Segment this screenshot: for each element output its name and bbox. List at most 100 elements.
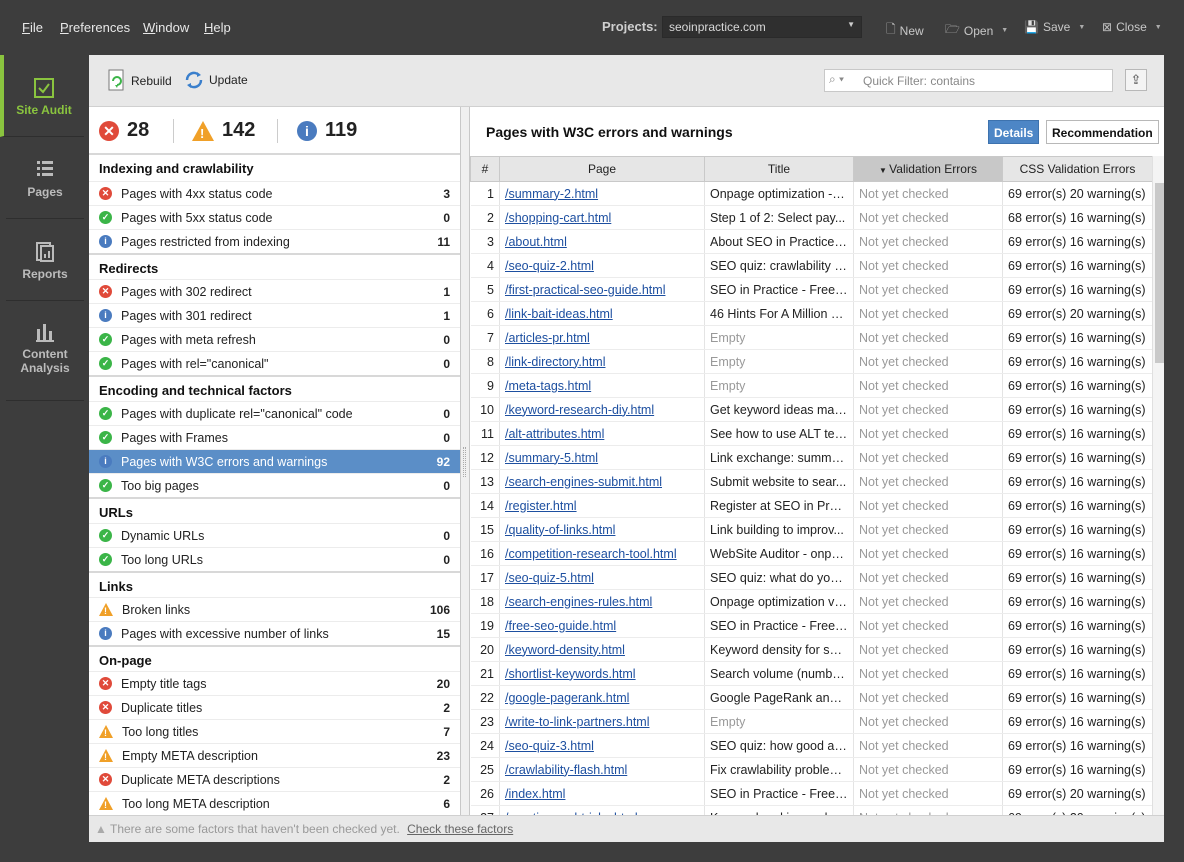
error-count[interactable]: ✕ 28 bbox=[99, 119, 149, 142]
factor-row[interactable]: ✓ Pages with 5xx status code 0 bbox=[89, 205, 460, 229]
open-button[interactable]: 🗁 Open ▼ bbox=[945, 20, 1008, 41]
col-header-page[interactable]: Page bbox=[499, 156, 705, 182]
table-row[interactable]: 3/about.html About SEO in Practice - ... N… bbox=[470, 229, 1153, 254]
table-row[interactable]: 22/google-pagerank.html Google PageRank a… bbox=[470, 685, 1153, 710]
table-row[interactable]: 9/meta-tags.html Empty Not yet checked 69 e… bbox=[470, 373, 1153, 398]
export-button[interactable]: ⇪ bbox=[1125, 69, 1147, 91]
factor-row[interactable]: ✓ Too big pages 0 bbox=[89, 473, 460, 497]
page-link[interactable]: /keyword-research-diy.html bbox=[505, 403, 654, 417]
page-link[interactable]: /seo-quiz-5.html bbox=[505, 571, 594, 585]
new-button[interactable]: 🗋 New bbox=[886, 20, 924, 41]
page-link[interactable]: /search-engines-rules.html bbox=[505, 595, 652, 609]
factor-row[interactable]: ✕ Pages with 302 redirect 1 bbox=[89, 279, 460, 303]
page-link[interactable]: /summary-2.html bbox=[505, 187, 598, 201]
table-row[interactable]: 25/crawlability-flash.html Fix crawlabili… bbox=[470, 757, 1153, 782]
table-row[interactable]: 14/register.html Register at SEO in Prac.… bbox=[470, 493, 1153, 518]
page-link[interactable]: /alt-attributes.html bbox=[505, 427, 604, 441]
nav-reports[interactable]: Reports bbox=[6, 219, 84, 301]
factor-row[interactable]: ✕ Empty title tags 20 bbox=[89, 671, 460, 695]
factor-row[interactable]: i Pages with 301 redirect 1 bbox=[89, 303, 460, 327]
table-row[interactable]: 1/summary-2.html Onpage optimization - c.… bbox=[470, 181, 1153, 206]
panel-splitter[interactable] bbox=[461, 107, 469, 815]
page-link[interactable]: /write-to-link-partners.html bbox=[505, 715, 649, 729]
vertical-scrollbar[interactable] bbox=[1152, 156, 1164, 815]
page-link[interactable]: /crawlability-flash.html bbox=[505, 763, 627, 777]
page-link[interactable]: /free-seo-guide.html bbox=[505, 619, 616, 633]
table-row[interactable]: 11/alt-attributes.html See how to use ALT… bbox=[470, 421, 1153, 446]
project-select[interactable]: seoinpractice.com ▼ bbox=[662, 16, 862, 38]
nav-pages[interactable]: Pages bbox=[6, 137, 84, 219]
page-link[interactable]: /shortlist-keywords.html bbox=[505, 667, 636, 681]
factor-row[interactable]: ✓ Too long URLs 0 bbox=[89, 547, 460, 571]
factor-row[interactable]: ✕ Duplicate titles 2 bbox=[89, 695, 460, 719]
table-row[interactable]: 20/keyword-density.html Keyword density f… bbox=[470, 637, 1153, 662]
table-row[interactable]: 4/seo-quiz-2.html SEO quiz: crawlability … bbox=[470, 253, 1153, 278]
table-row[interactable]: 2/shopping-cart.html Step 1 of 2: Select … bbox=[470, 205, 1153, 230]
col-header-validation-errors[interactable]: ▼ Validation Errors bbox=[853, 156, 1003, 182]
update-button[interactable]: Update bbox=[183, 69, 248, 91]
factor-row[interactable]: i Pages with W3C errors and warnings 92 bbox=[89, 449, 460, 473]
table-row[interactable]: 21/shortlist-keywords.html Search volume … bbox=[470, 661, 1153, 686]
factor-row[interactable]: i Pages restricted from indexing 11 bbox=[89, 229, 460, 253]
details-tab-button[interactable]: Details bbox=[988, 120, 1040, 144]
table-row[interactable]: 12/summary-5.html Link exchange: summary N… bbox=[470, 445, 1153, 470]
menu-preferences[interactable]: Preferences bbox=[60, 20, 130, 35]
warning-count[interactable]: 142 bbox=[192, 119, 255, 144]
table-row[interactable]: 5/first-practical-seo-guide.html SEO in P… bbox=[470, 277, 1153, 302]
info-count[interactable]: i 119 bbox=[297, 119, 357, 142]
col-header-number[interactable]: # bbox=[470, 156, 500, 182]
col-header-title[interactable]: Title bbox=[704, 156, 854, 182]
table-row[interactable]: 27/seo-tips-and-tricks.htmlKeyword ranki… bbox=[470, 805, 1153, 815]
scrollbar-thumb[interactable] bbox=[1155, 183, 1164, 363]
factor-row[interactable]: ✕ Pages with 4xx status code 3 bbox=[89, 181, 460, 205]
page-link[interactable]: /first-practical-seo-guide.html bbox=[505, 283, 665, 297]
factor-row[interactable]: Too long titles 7 bbox=[89, 719, 460, 743]
page-link[interactable]: /link-bait-ideas.html bbox=[505, 307, 613, 321]
table-row[interactable]: 16/competition-research-tool.html WebSite… bbox=[470, 541, 1153, 566]
page-link[interactable]: /seo-quiz-3.html bbox=[505, 739, 594, 753]
table-row[interactable]: 13/search-engines-submit.html Submit webs… bbox=[470, 469, 1153, 494]
page-link[interactable]: /shopping-cart.html bbox=[505, 211, 611, 225]
table-row[interactable]: 24/seo-quiz-3.html SEO quiz: how good ar.… bbox=[470, 733, 1153, 758]
factor-row[interactable]: Too long META description 6 bbox=[89, 791, 460, 815]
page-link[interactable]: /index.html bbox=[505, 787, 565, 801]
check-factors-link[interactable]: Check these factors bbox=[407, 822, 513, 836]
table-row[interactable]: 7/articles-pr.html Empty Not yet checked 69… bbox=[470, 325, 1153, 350]
page-link[interactable]: /link-directory.html bbox=[505, 355, 605, 369]
table-row[interactable]: 23/write-to-link-partners.html Empty Not y… bbox=[470, 709, 1153, 734]
menu-window[interactable]: Window bbox=[143, 20, 189, 35]
page-link[interactable]: /google-pagerank.html bbox=[505, 691, 629, 705]
menu-file[interactable]: File bbox=[22, 20, 43, 35]
factor-row[interactable]: i Pages with excessive number of links 15 bbox=[89, 621, 460, 645]
factor-row[interactable]: Empty META description 23 bbox=[89, 743, 460, 767]
page-link[interactable]: /summary-5.html bbox=[505, 451, 598, 465]
table-row[interactable]: 17/seo-quiz-5.html SEO quiz: what do you … bbox=[470, 565, 1153, 590]
table-row[interactable]: 6/link-bait-ideas.html 46 Hints For A Mil… bbox=[470, 301, 1153, 326]
page-link[interactable]: /seo-quiz-2.html bbox=[505, 259, 594, 273]
table-row[interactable]: 19/free-seo-guide.html SEO in Practice - … bbox=[470, 613, 1153, 638]
page-link[interactable]: /meta-tags.html bbox=[505, 379, 591, 393]
page-link[interactable]: /articles-pr.html bbox=[505, 331, 590, 345]
table-row[interactable]: 10/keyword-research-diy.html Get keyword … bbox=[470, 397, 1153, 422]
page-link[interactable]: /competition-research-tool.html bbox=[505, 547, 677, 561]
table-row[interactable]: 15/quality-of-links.html Link building to… bbox=[470, 517, 1153, 542]
table-row[interactable]: 8/link-directory.html Empty Not yet checke… bbox=[470, 349, 1153, 374]
save-button[interactable]: 💾 Save ▼ bbox=[1024, 20, 1085, 34]
factor-row[interactable]: ✓ Pages with meta refresh 0 bbox=[89, 327, 460, 351]
table-row[interactable]: 26/index.html SEO in Practice - Free ... N… bbox=[470, 781, 1153, 806]
col-header-css-validation-errors[interactable]: CSS Validation Errors bbox=[1002, 156, 1153, 182]
rebuild-button[interactable]: Rebuild bbox=[107, 69, 172, 93]
page-link[interactable]: /search-engines-submit.html bbox=[505, 475, 662, 489]
nav-content-analysis[interactable]: Content Analysis bbox=[6, 301, 84, 401]
page-link[interactable]: /keyword-density.html bbox=[505, 643, 625, 657]
factor-row[interactable]: ✓ Dynamic URLs 0 bbox=[89, 523, 460, 547]
factor-row[interactable]: ✓ Pages with duplicate rel="canonical" co… bbox=[89, 401, 460, 425]
menu-help[interactable]: Help bbox=[204, 20, 231, 35]
page-link[interactable]: /register.html bbox=[505, 499, 577, 513]
recommendation-tab-button[interactable]: Recommendation bbox=[1046, 120, 1159, 144]
close-button[interactable]: ⊠ Close ▼ bbox=[1102, 20, 1162, 34]
table-row[interactable]: 18/search-engines-rules.html Onpage optim… bbox=[470, 589, 1153, 614]
factor-row[interactable]: ✓ Pages with rel="canonical" 0 bbox=[89, 351, 460, 375]
factor-row[interactable]: ✓ Pages with Frames 0 bbox=[89, 425, 460, 449]
nav-site-audit[interactable]: Site Audit bbox=[0, 55, 84, 137]
